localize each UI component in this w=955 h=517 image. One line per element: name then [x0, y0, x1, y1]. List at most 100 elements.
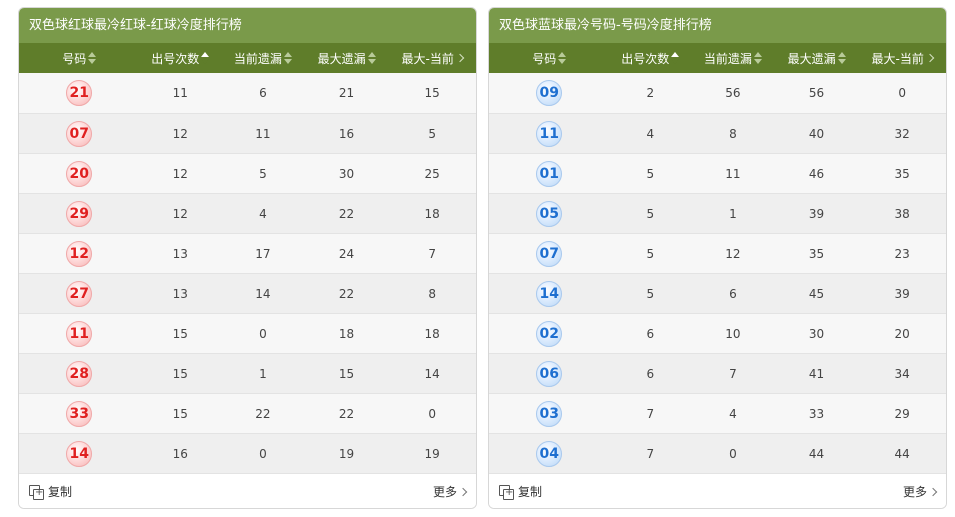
count-cell: 5 — [646, 207, 655, 221]
diff-cell: 44 — [894, 447, 910, 461]
column-header-count[interactable]: 出号次数 — [609, 43, 691, 73]
count-cell: 11 — [172, 86, 188, 100]
table-row: 06 6 7 41 34 — [489, 353, 946, 393]
count-cell: 15 — [172, 407, 188, 421]
diff-cell: 39 — [894, 287, 910, 301]
current-miss-cell: 0 — [259, 327, 267, 341]
more-link[interactable]: 更多 — [903, 483, 938, 500]
column-header-max-minus-current[interactable]: 最大-当前 — [388, 43, 476, 73]
count-cell: 7 — [646, 447, 655, 461]
table-row: 09 2 56 56 0 — [489, 73, 946, 113]
current-miss-cell: 8 — [729, 127, 737, 141]
current-miss-cell: 22 — [255, 407, 271, 421]
table-row: 20 12 5 30 25 — [19, 153, 476, 193]
sort-icon — [367, 52, 376, 64]
chevron-right-icon — [928, 487, 938, 496]
current-miss-cell: 4 — [259, 207, 267, 221]
column-header-current-miss[interactable]: 当前遗漏 — [691, 43, 775, 73]
blue-ball: 01 — [536, 161, 563, 187]
column-header-count[interactable]: 出号次数 — [139, 43, 221, 73]
column-header-number[interactable]: 号码 — [19, 43, 139, 73]
max-miss-cell: 21 — [338, 86, 355, 100]
sort-icon — [88, 52, 97, 64]
copy-button[interactable]: + 复制 — [499, 483, 542, 500]
red-ball: 29 — [66, 201, 93, 227]
count-cell: 4 — [646, 127, 655, 141]
blue-ball: 09 — [536, 80, 563, 106]
current-miss-cell: 10 — [725, 327, 741, 341]
count-cell: 12 — [172, 167, 188, 181]
max-miss-cell: 39 — [808, 207, 825, 221]
count-cell: 5 — [646, 287, 655, 301]
table-body: 21 11 6 21 15 07 12 11 16 5 20 12 5 30 25 29 12 4 22 18 … — [19, 73, 476, 473]
table-header: 号码 出号次数 当前遗漏 最大遗漏 最大-当前 — [489, 43, 946, 73]
table-row: 33 15 22 22 0 — [19, 393, 476, 433]
max-miss-cell: 24 — [338, 247, 355, 261]
sort-icon — [201, 52, 210, 64]
chevron-right-icon — [458, 487, 468, 496]
max-miss-cell: 40 — [808, 127, 825, 141]
count-cell: 16 — [172, 447, 188, 461]
sort-icon — [753, 52, 762, 64]
blue-ball: 11 — [536, 121, 563, 147]
max-miss-cell: 22 — [338, 207, 355, 221]
red-ball: 33 — [66, 401, 93, 427]
more-label: 更多 — [432, 485, 457, 499]
column-header-number[interactable]: 号码 — [489, 43, 609, 73]
count-cell: 6 — [646, 327, 655, 341]
current-miss-cell: 7 — [729, 367, 737, 381]
current-miss-cell: 6 — [259, 86, 267, 100]
blue-ball: 04 — [536, 441, 563, 467]
count-cell: 12 — [172, 127, 188, 141]
copy-icon: + — [499, 484, 514, 500]
diff-cell: 20 — [894, 327, 910, 341]
sort-icon — [671, 52, 680, 64]
diff-cell: 23 — [894, 247, 910, 261]
diff-cell: 35 — [894, 167, 910, 181]
count-cell: 5 — [646, 247, 655, 261]
sort-icon — [837, 52, 846, 64]
max-miss-cell: 44 — [808, 447, 825, 461]
blue-ball-cold-panel: 双色球蓝球最冷号码-号码冷度排行榜 号码 出号次数 当前遗漏 最大遗漏 最大-当… — [488, 7, 947, 509]
max-miss-cell: 35 — [808, 247, 825, 261]
panel-footer: + 复制 更多 — [19, 473, 476, 508]
red-ball: 14 — [66, 441, 93, 467]
blue-ball: 03 — [536, 401, 563, 427]
red-ball: 27 — [66, 281, 93, 307]
diff-cell: 25 — [424, 167, 440, 181]
count-cell: 15 — [172, 367, 188, 381]
column-header-max-miss[interactable]: 最大遗漏 — [305, 43, 389, 73]
table-row: 29 12 4 22 18 — [19, 193, 476, 233]
table-row: 05 5 1 39 38 — [489, 193, 946, 233]
more-link[interactable]: 更多 — [432, 483, 468, 500]
max-miss-cell: 46 — [808, 167, 825, 181]
current-miss-cell: 6 — [729, 287, 737, 301]
table-row: 11 15 0 18 18 — [19, 313, 476, 353]
column-header-max-miss[interactable]: 最大遗漏 — [775, 43, 859, 73]
current-miss-cell: 1 — [259, 367, 267, 381]
current-miss-cell: 5 — [259, 167, 267, 181]
copy-button[interactable]: + 复制 — [29, 483, 72, 500]
red-ball: 07 — [66, 121, 93, 147]
table-row: 01 5 11 46 35 — [489, 153, 946, 193]
current-miss-cell: 17 — [255, 247, 271, 261]
column-header-max-minus-current[interactable]: 最大-当前 — [858, 43, 946, 73]
table-row: 14 16 0 19 19 — [19, 433, 476, 473]
max-miss-cell: 33 — [808, 407, 825, 421]
chevron-right-icon — [925, 53, 935, 63]
chevron-right-icon — [455, 53, 465, 63]
table-row: 21 11 6 21 15 — [19, 73, 476, 113]
diff-cell: 18 — [424, 327, 440, 341]
diff-cell: 15 — [424, 86, 440, 100]
red-ball-cold-panel: 双色球红球最冷红球-红球冷度排行榜 号码 出号次数 当前遗漏 最大遗漏 最大-当… — [18, 7, 477, 509]
blue-ball: 07 — [536, 241, 563, 267]
blue-ball: 06 — [536, 361, 563, 387]
column-header-current-miss[interactable]: 当前遗漏 — [221, 43, 305, 73]
diff-cell: 38 — [894, 207, 910, 221]
max-miss-cell: 56 — [808, 86, 825, 100]
count-cell: 6 — [646, 367, 655, 381]
diff-cell: 0 — [898, 86, 907, 100]
current-miss-cell: 1 — [729, 207, 737, 221]
count-cell: 2 — [646, 86, 655, 100]
diff-cell: 14 — [424, 367, 440, 381]
